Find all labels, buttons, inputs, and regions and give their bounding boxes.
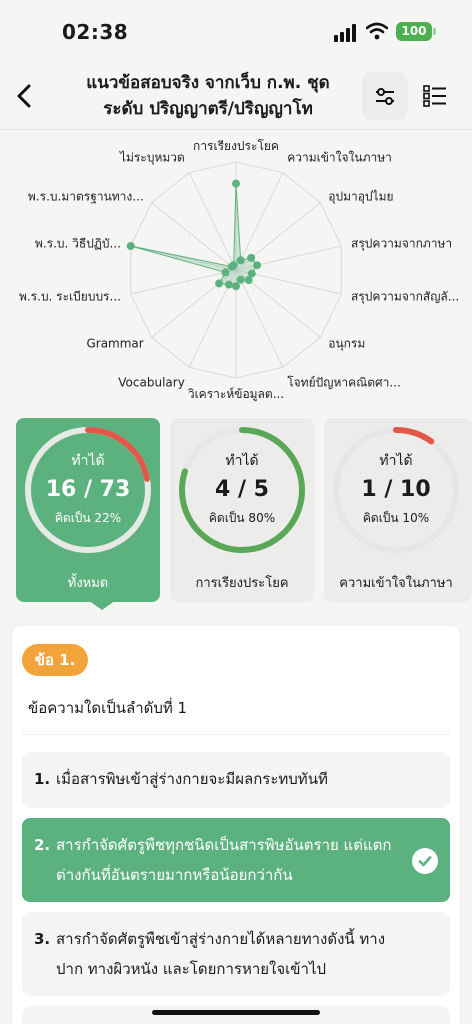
option-text: เมื่อสารพิษเข้าสู่ร่างกายจะมีผลกระทบทันท… [56, 770, 328, 788]
radar-label: พ.ร.บ.มาตรฐานทาง... [28, 189, 144, 203]
page-title-line2: ระดับ ปริญญาตรี/ปริญญาโท [103, 99, 313, 119]
answer-option-2[interactable]: 2. สารกำจัดศัตรูพืชทุกชนิดเป็นสารพิษอันต… [22, 818, 450, 902]
option-number: 3. [34, 930, 51, 948]
answer-option-4[interactable] [22, 1006, 450, 1024]
radar-point [236, 256, 245, 265]
chevron-left-icon [17, 84, 31, 108]
radar-point [253, 261, 262, 270]
radar-label: พ.ร.บ. ระเบียบบร... [19, 289, 121, 303]
radar-label: โจทย์ปัญหาคณิตศา... [287, 375, 401, 389]
radar-label: อุปมาอุปไมย [328, 189, 393, 204]
score-card-language[interactable]: ทำได้ 1 / 10 คิดเป็น 10% ความเข้าใจในภาษ… [324, 418, 472, 602]
radar-axis [188, 172, 237, 271]
radar-axis [235, 269, 284, 368]
status-bar: 02:38 100 [0, 0, 472, 64]
done-label: ทำได้ [379, 453, 413, 469]
question-number-badge: ข้อ 1. [22, 644, 88, 676]
score-info: ทำได้ 1 / 10 คิดเป็น 10% [324, 450, 468, 528]
percent-text: คิดเป็น 10% [362, 511, 430, 525]
check-icon [412, 848, 438, 874]
radar-point [247, 253, 256, 262]
score-card-all[interactable]: ทำได้ 16 / 73 คิดเป็น 22% ทั้งหมด [16, 418, 160, 610]
radar-point [221, 268, 230, 277]
radar-label: Grammar [86, 337, 143, 351]
radar-point [126, 241, 135, 250]
home-indicator [152, 1010, 320, 1015]
category-radar-chart: การเรียงประโยคความเข้าใจในภาษาอุปมาอุปไม… [19, 139, 459, 402]
radar-label: วิเคราะห์ข้อมูลต... [188, 387, 285, 402]
app-screen: 02:38 100 แนวข้อสอบจริง จากเว็บ ก.พ. ชุด… [0, 0, 472, 1024]
radar-point [244, 276, 253, 285]
battery-icon: 100 [396, 22, 432, 41]
done-label: ทำได้ [225, 453, 259, 469]
option-text: สารกำจัดศัตรูพืชทุกชนิดเป็นสารพิษอันตราย… [56, 836, 392, 884]
card-category-name: การเรียงประโยค [195, 576, 289, 591]
radar-point [229, 261, 238, 270]
answer-option-3[interactable]: 3. สารกำจัดศัตรูพืชเข้าสู่ร่างกายได้หลาย… [22, 912, 450, 996]
done-label: ทำได้ [71, 453, 105, 469]
divider [22, 734, 450, 735]
radar-label: การเรียงประโยค [193, 139, 279, 153]
active-pointer [88, 600, 116, 610]
cellular-signal-icon [334, 24, 356, 42]
option-text: สารกำจัดศัตรูพืชเข้าสู่ร่างกายได้หลายทาง… [56, 930, 386, 978]
radar-label: พ.ร.บ. วิธีปฏิบั... [35, 237, 121, 251]
score-value: 4 / 5 [215, 477, 269, 502]
filter-button[interactable] [362, 72, 408, 120]
radar-label: ไม่ระบุหมวด [119, 151, 185, 166]
score-value: 16 / 73 [45, 477, 131, 502]
status-time: 02:38 [62, 20, 129, 44]
card-category-name: ความเข้าใจในภาษา [339, 576, 453, 591]
question-card: ข้อ 1. ข้อความใดเป็นลำดับที่ 1 1. เมื่อส… [12, 626, 460, 1024]
back-button[interactable] [8, 78, 40, 114]
radar-area [130, 183, 258, 287]
score-info: ทำได้ 4 / 5 คิดเป็น 80% [170, 450, 314, 528]
radar-point [232, 282, 240, 291]
score-card-sentence-order[interactable]: ทำได้ 4 / 5 คิดเป็น 80% การเรียงประโยค [170, 418, 314, 602]
page-title-line1: แนวข้อสอบจริง จากเว็บ ก.พ. ชุด [86, 73, 330, 93]
checklist-icon [423, 85, 446, 107]
radar-axis [235, 172, 284, 271]
radar-label: อนุกรม [328, 337, 365, 352]
top-app-bar: แนวข้อสอบจริง จากเว็บ ก.พ. ชุด ระดับ ปริ… [0, 64, 472, 130]
radar-point [224, 280, 233, 289]
score-info: ทำได้ 16 / 73 คิดเป็น 22% [16, 450, 160, 528]
card-category-name: ทั้งหมด [67, 576, 109, 591]
question-text: ข้อความใดเป็นลำดับที่ 1 [28, 699, 188, 717]
answer-option-1[interactable]: 1. เมื่อสารพิษเข้าสู่ร่างกายจะมีผลกระทบท… [22, 752, 450, 808]
radar-label: ความเข้าใจในภาษา [287, 151, 392, 165]
radar-label: สรุปความจากสัญลั... [351, 289, 459, 304]
radar-label: Vocabulary [118, 375, 185, 389]
radar-point [236, 275, 245, 284]
battery-tip [433, 28, 436, 35]
radar-point [232, 179, 240, 188]
percent-text: คิดเป็น 80% [208, 511, 276, 525]
question-list-button[interactable] [412, 72, 458, 120]
score-value: 1 / 10 [361, 477, 431, 502]
radar-point [215, 279, 224, 288]
option-number: 1. [34, 770, 51, 788]
percent-text: คิดเป็น 22% [54, 511, 122, 525]
sliders-icon [376, 88, 394, 105]
wifi-icon [366, 22, 388, 40]
page-title: แนวข้อสอบจริง จากเว็บ ก.พ. ชุด ระดับ ปริ… [58, 70, 358, 122]
option-number: 2. [34, 836, 51, 854]
radar-label: สรุปความจากภาษา [351, 237, 452, 252]
score-cards: ทำได้ 16 / 73 คิดเป็น 22% ทั้งหมด ทำได้ … [0, 418, 472, 610]
